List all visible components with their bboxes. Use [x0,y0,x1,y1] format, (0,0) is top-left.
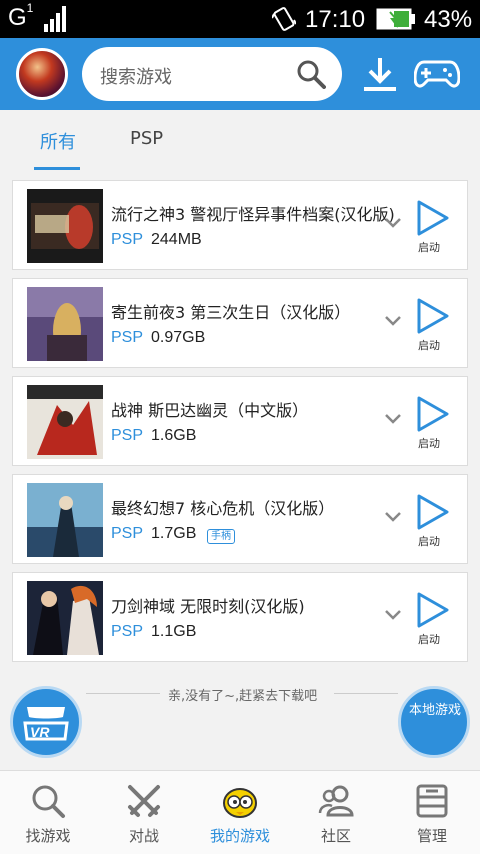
nav-label: 找游戏 [25,827,71,845]
end-of-list-text: 亲,没有了~,赶紧去下载吧 [168,689,318,704]
game-cover-image [27,581,103,655]
chevron-down-icon[interactable] [385,217,401,229]
nav-battle[interactable]: 对战 [96,771,192,854]
clock: 17:10 [305,6,366,33]
filter-tabs: 所有 PSP [0,110,480,170]
vr-button[interactable]: VR [10,686,82,758]
tab-all[interactable]: 所有 [40,128,76,154]
vibrate-icon [272,7,296,31]
nav-label: 管理 [416,827,447,845]
chevron-down-icon[interactable] [385,511,401,523]
chevron-down-icon[interactable] [385,609,401,621]
game-title: 寄生前夜3 第三次生日（汉化版） [111,303,351,322]
game-card[interactable]: 寄生前夜3 第三次生日（汉化版） PSP 0.97GB 启动 [12,278,468,368]
play-icon[interactable] [416,199,450,237]
game-size: 1.1GB [151,623,197,640]
game-cover-image [27,483,103,557]
avatar[interactable] [16,48,68,100]
play-icon[interactable] [416,297,450,335]
game-platform: PSP [111,525,144,542]
nav-label: 我的游戏 [209,827,270,845]
local-games-button[interactable]: 本地游戏 [398,686,470,758]
divider [334,693,398,694]
status-bar: G1 17:10 43% [0,0,480,38]
game-size: 1.7GB [151,525,197,542]
game-card[interactable]: 最终幻想7 核心危机（汉化版） PSP 1.7GB 手柄 启动 [12,474,468,564]
signal-icon [44,6,66,32]
game-title: 战神 斯巴达幽灵（中文版） [111,401,309,420]
game-cover-image [27,385,103,459]
chevron-down-icon[interactable] [385,413,401,425]
nav-label: 社区 [320,827,351,845]
nav-my-games[interactable]: 我的游戏 [192,771,288,854]
game-platform: PSP [111,427,144,444]
game-cover-image [27,189,103,263]
local-games-label: 本地游戏 [409,703,462,718]
game-size: 0.97GB [151,329,206,346]
active-tab-indicator [34,167,80,170]
game-title: 流行之神3 警视厅怪异事件档案(汉化版) [111,205,395,224]
play-icon[interactable] [416,395,450,433]
search-placeholder: 搜索游戏 [100,67,172,88]
game-platform: PSP [111,623,144,640]
tab-psp[interactable]: PSP [130,128,163,149]
crossed-swords-icon [128,785,160,817]
play-icon[interactable] [416,493,450,531]
game-platform: PSP [111,231,144,248]
search-input[interactable]: 搜索游戏 [82,47,342,101]
app-header: 搜索游戏 [0,38,480,110]
nav-manage[interactable]: 管理 [384,771,480,854]
vr-goggles-icon [23,707,69,741]
nav-find-games[interactable]: 找游戏 [0,771,96,854]
people-icon [318,785,354,817]
manage-icon [416,784,448,818]
vr-label: VR [30,724,50,740]
game-title: 最终幻想7 核心危机（汉化版） [111,499,335,518]
divider [86,693,160,694]
play-icon[interactable] [416,591,450,629]
nav-community[interactable]: 社区 [288,771,384,854]
mascot-icon [223,788,257,818]
chevron-down-icon[interactable] [385,315,401,327]
game-card[interactable]: 战神 斯巴达幽灵（中文版） PSP 1.6GB 启动 [12,376,468,466]
download-icon[interactable] [362,56,398,92]
search-icon[interactable] [296,59,326,89]
battery-icon [376,8,415,30]
launch-button[interactable]: 启动 [418,337,440,353]
launch-button[interactable]: 启动 [418,435,440,451]
gamepad-badge: 手柄 [207,529,235,544]
game-cover-image [27,287,103,361]
game-size: 244MB [151,231,202,248]
nav-label: 对战 [128,827,159,845]
bottom-nav: 找游戏 对战 我的游戏 社区 管理 [0,770,480,854]
game-title: 刀剑神域 无限时刻(汉化版) [111,597,305,616]
game-platform: PSP [111,329,144,346]
game-card[interactable]: 刀剑神域 无限时刻(汉化版) PSP 1.1GB 启动 [12,572,468,662]
battery-percent: 43% [424,6,473,33]
launch-button[interactable]: 启动 [418,239,440,255]
launch-button[interactable]: 启动 [418,631,440,647]
launch-button[interactable]: 启动 [418,533,440,549]
game-card[interactable]: 流行之神3 警视厅怪异事件档案(汉化版) PSP 244MB 启动 [12,180,468,270]
game-size: 1.6GB [151,427,197,444]
magnifier-icon [32,785,65,818]
network-indicator: G1 [8,1,34,31]
gamepad-icon[interactable] [414,58,460,90]
